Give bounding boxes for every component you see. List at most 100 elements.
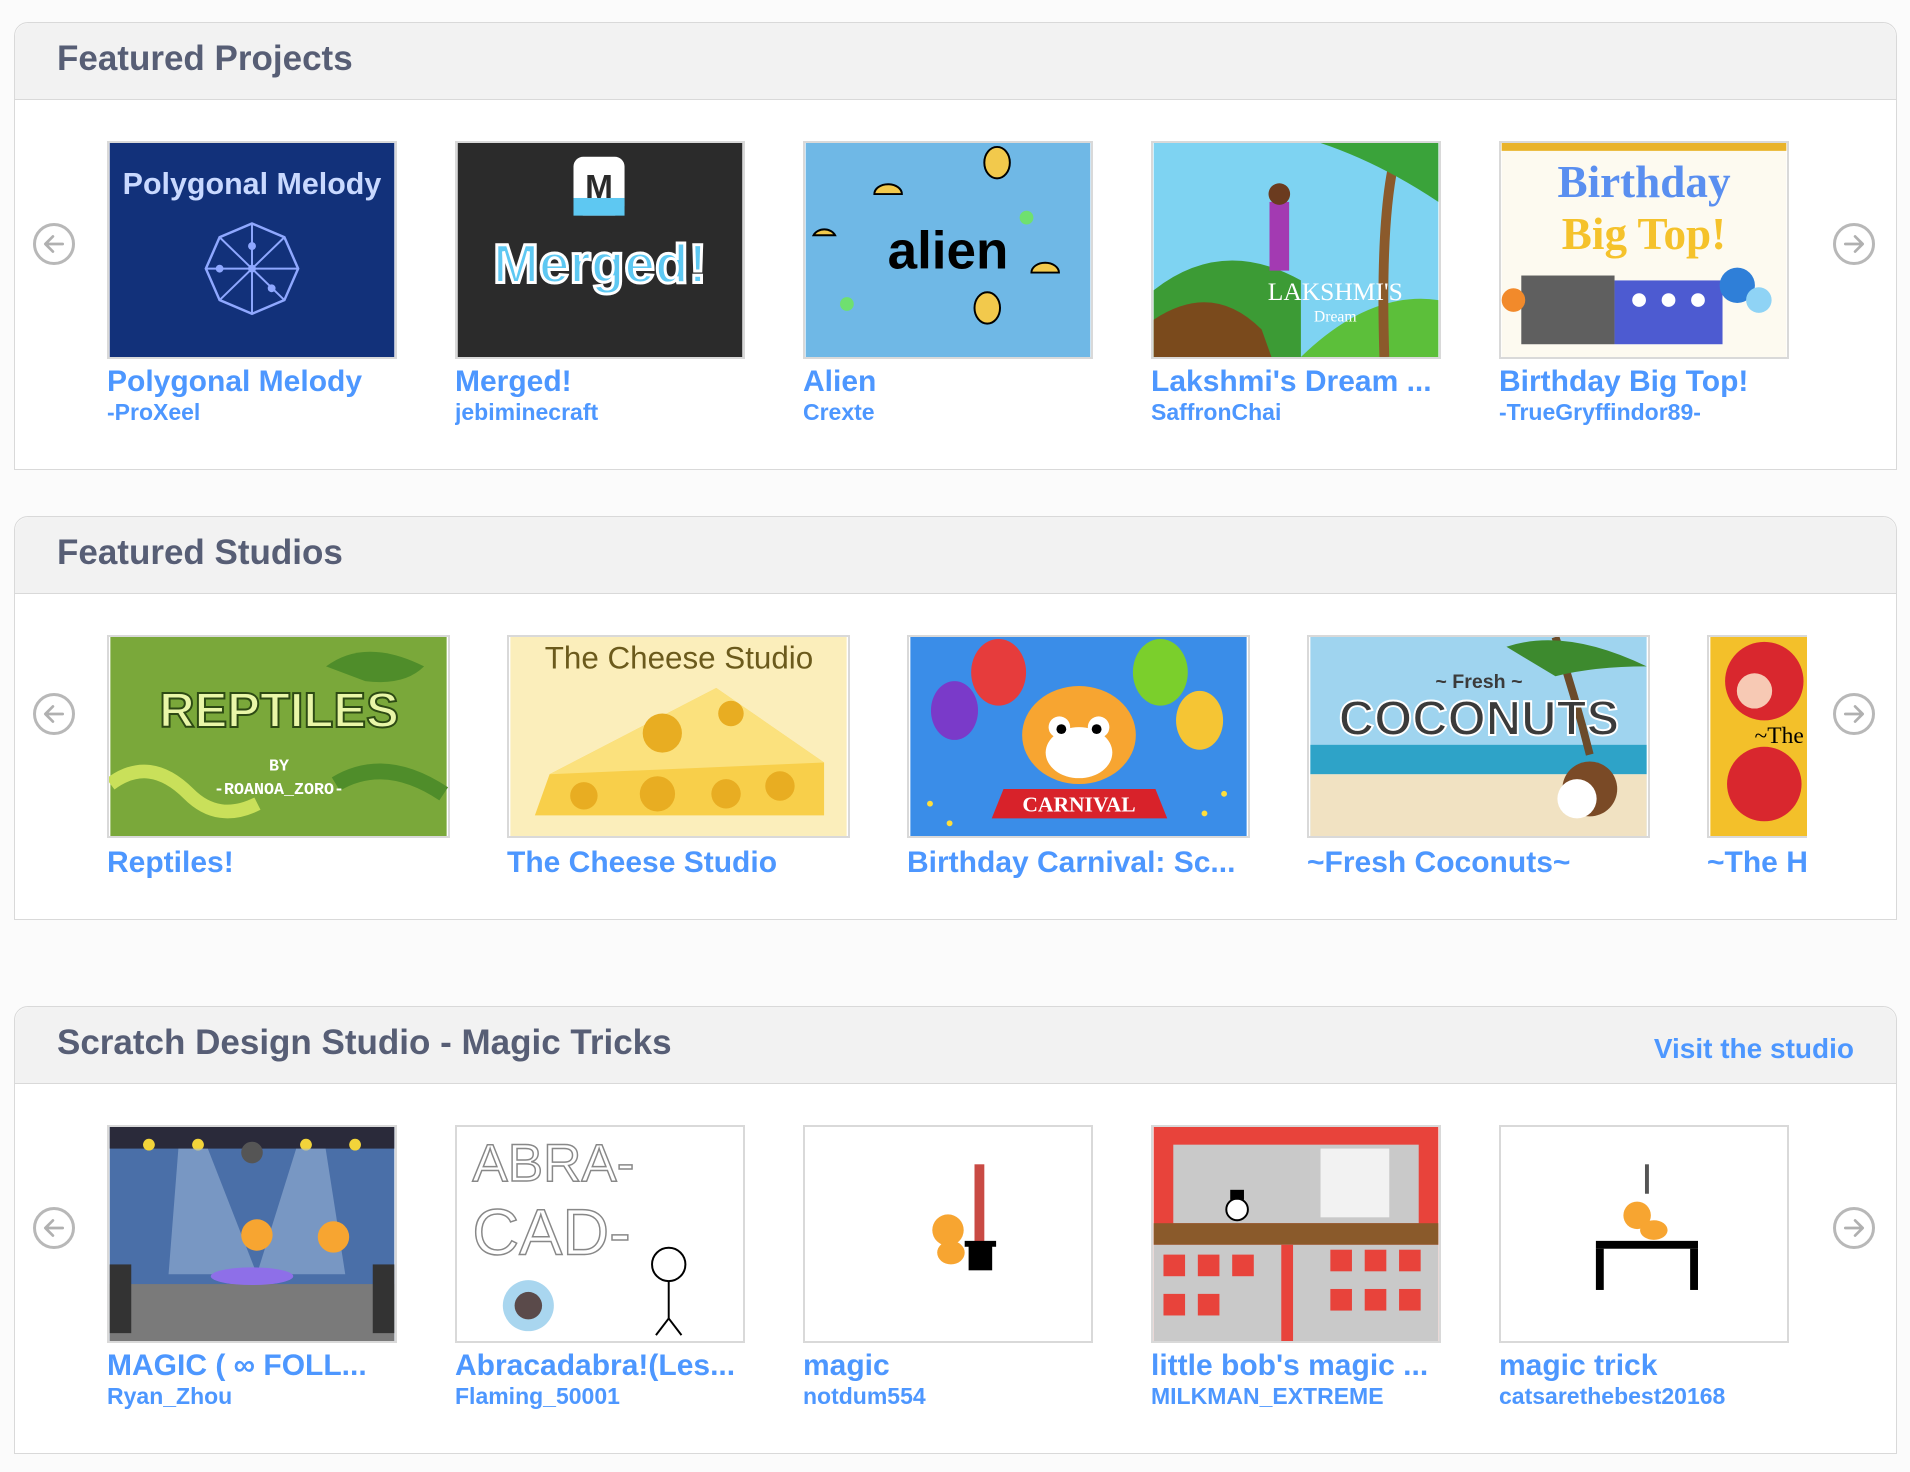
project-title[interactable]: Polygonal Melody xyxy=(107,365,397,399)
studio-thumbnail[interactable]: CARNIVAL xyxy=(907,635,1250,838)
studio-card[interactable]: The Cheese Studio The Cheese Studio xyxy=(507,635,850,880)
carousel-prev-button[interactable] xyxy=(33,1207,75,1249)
project-title[interactable]: Lakshmi's Dream ... xyxy=(1151,365,1441,399)
project-author[interactable]: -TrueGryffindor89- xyxy=(1499,399,1789,426)
thumbnail-image xyxy=(1501,1127,1787,1341)
thumbnail-image: M Merged! xyxy=(457,143,743,357)
magic-studio-header: Scratch Design Studio - Magic Tricks Vis… xyxy=(15,1007,1896,1084)
project-card[interactable]: magic notdum554 xyxy=(803,1125,1093,1410)
thumbnail-image xyxy=(805,1127,1091,1341)
project-thumbnail[interactable] xyxy=(1499,1125,1789,1343)
project-author[interactable]: SaffronChai xyxy=(1151,399,1441,426)
project-author[interactable]: Ryan_Zhou xyxy=(107,1383,397,1410)
magic-studio-box: Scratch Design Studio - Magic Tricks Vis… xyxy=(14,1006,1897,1454)
project-title[interactable]: Merged! xyxy=(455,365,745,399)
project-author[interactable]: catsarethebest20168 xyxy=(1499,1383,1789,1410)
project-card[interactable]: M Merged! Merged! jebiminecraft xyxy=(455,141,745,426)
thumbnail-image: Polygonal Melody xyxy=(109,143,395,357)
project-author[interactable]: MILKMAN_EXTREME xyxy=(1151,1383,1441,1410)
carousel-next-button[interactable] xyxy=(1833,693,1875,735)
project-thumbnail[interactable]: Birthday Big Top! xyxy=(1499,141,1789,359)
studio-title[interactable]: ~Fresh Coconuts~ xyxy=(1307,846,1650,880)
thumbnail-subtext: Dream xyxy=(1314,309,1357,326)
project-card[interactable]: Polygonal Melody Polygonal Melody -ProXe… xyxy=(107,141,397,426)
arrow-right-icon xyxy=(1843,1219,1865,1237)
project-thumbnail[interactable]: ABRA- CAD- xyxy=(455,1125,745,1343)
thumbnail-image: ~ Fresh ~ COCONUTS xyxy=(1310,637,1647,836)
arrow-right-icon xyxy=(1843,705,1865,723)
featured-projects-header: Featured Projects xyxy=(15,23,1896,100)
project-card[interactable]: alien Alien Crexte xyxy=(803,141,1093,426)
project-card[interactable]: MAGIC ( ∞ FOLL... Ryan_Zhou xyxy=(107,1125,397,1410)
studio-title[interactable]: ~The H xyxy=(1707,846,1807,880)
project-card[interactable]: ABRA- CAD- Abracadabra!(Les... Flaming_5… xyxy=(455,1125,745,1410)
featured-studios-box: Featured Studios REPTILES BY -ROANOA_ZOR… xyxy=(14,516,1897,920)
featured-studios-header: Featured Studios xyxy=(15,517,1896,594)
thumbnail-logo: M xyxy=(585,169,613,206)
carousel-next-button[interactable] xyxy=(1833,1207,1875,1249)
carousel-prev-button[interactable] xyxy=(33,223,75,265)
arrow-left-icon xyxy=(43,1219,65,1237)
project-author[interactable]: Crexte xyxy=(803,399,1093,426)
thumbnail-text: REPTILES xyxy=(159,684,399,738)
project-thumbnail[interactable]: LAKSHMI'S Dream xyxy=(1151,141,1441,359)
project-thumbnail[interactable]: Polygonal Melody xyxy=(107,141,397,359)
thumbnail-text: LAKSHMI'S xyxy=(1268,277,1403,306)
project-card[interactable]: little bob's magic ... MILKMAN_EXTREME xyxy=(1151,1125,1441,1410)
thumbnail-image xyxy=(109,1127,395,1341)
project-title[interactable]: Birthday Big Top! xyxy=(1499,365,1789,399)
studio-card[interactable]: ~The ~The H xyxy=(1707,635,1807,880)
thumbnail-text: COCONUTS xyxy=(1339,692,1619,746)
studio-title[interactable]: The Cheese Studio xyxy=(507,846,850,880)
thumbnail-image: REPTILES BY -ROANOA_ZORO- xyxy=(109,637,448,836)
project-thumbnail[interactable] xyxy=(803,1125,1093,1343)
studio-thumbnail[interactable]: ~The xyxy=(1707,635,1807,838)
thumbnail-image: CARNIVAL xyxy=(910,637,1247,836)
project-author[interactable]: Flaming_50001 xyxy=(455,1383,745,1410)
thumbnail-subtext: ~ Fresh ~ xyxy=(1435,671,1522,693)
thumbnail-image xyxy=(1153,1127,1439,1341)
thumbnail-text: The Cheese Studio xyxy=(545,640,813,675)
project-thumbnail[interactable]: M Merged! xyxy=(455,141,745,359)
studio-card[interactable]: ~ Fresh ~ COCONUTS ~Fresh Coconuts~ xyxy=(1307,635,1650,880)
thumbnail-image: ABRA- CAD- xyxy=(457,1127,743,1341)
thumbnail-subtext: Big Top! xyxy=(1562,209,1726,259)
carousel-prev-button[interactable] xyxy=(33,693,75,735)
project-title[interactable]: MAGIC ( ∞ FOLL... xyxy=(107,1349,397,1383)
studio-thumbnail[interactable]: REPTILES BY -ROANOA_ZORO- xyxy=(107,635,450,838)
project-card[interactable]: Birthday Big Top! Birthday Big Top! -Tru… xyxy=(1499,141,1789,426)
magic-studio-title: Scratch Design Studio - Magic Tricks xyxy=(57,1023,672,1062)
thumbnail-text: Polygonal Melody xyxy=(123,167,382,201)
project-author[interactable]: notdum554 xyxy=(803,1383,1093,1410)
project-title[interactable]: magic xyxy=(803,1349,1093,1383)
arrow-left-icon xyxy=(43,705,65,723)
project-thumbnail[interactable]: alien xyxy=(803,141,1093,359)
carousel-next-button[interactable] xyxy=(1833,223,1875,265)
studio-card[interactable]: REPTILES BY -ROANOA_ZORO- Reptiles! xyxy=(107,635,450,880)
thumbnail-subtext: CAD- xyxy=(472,1196,630,1269)
project-title[interactable]: Alien xyxy=(803,365,1093,399)
project-author[interactable]: -ProXeel xyxy=(107,399,397,426)
thumbnail-text: ABRA- xyxy=(472,1134,634,1193)
studio-thumbnail[interactable]: The Cheese Studio xyxy=(507,635,850,838)
studio-title[interactable]: Birthday Carnival: Sc... xyxy=(907,846,1250,880)
arrow-left-icon xyxy=(43,235,65,253)
project-thumbnail[interactable] xyxy=(1151,1125,1441,1343)
studio-thumbnail[interactable]: ~ Fresh ~ COCONUTS xyxy=(1307,635,1650,838)
thumbnail-subtext: BY xyxy=(269,757,289,776)
featured-projects-title: Featured Projects xyxy=(57,39,353,78)
project-title[interactable]: Abracadabra!(Les... xyxy=(455,1349,745,1383)
project-title[interactable]: little bob's magic ... xyxy=(1151,1349,1441,1383)
studio-title[interactable]: Reptiles! xyxy=(107,846,450,880)
project-card[interactable]: magic trick catsarethebest20168 xyxy=(1499,1125,1789,1410)
project-title[interactable]: magic trick xyxy=(1499,1349,1789,1383)
featured-projects-box: Featured Projects Polygonal Melody Polyg… xyxy=(14,22,1897,470)
project-author[interactable]: jebiminecraft xyxy=(455,399,745,426)
visit-studio-link[interactable]: Visit the studio xyxy=(1654,1033,1854,1065)
thumbnail-text: CARNIVAL xyxy=(1022,792,1135,816)
thumbnail-image: Birthday Big Top! xyxy=(1501,143,1787,357)
thumbnail-image: LAKSHMI'S Dream xyxy=(1153,143,1439,357)
project-card[interactable]: LAKSHMI'S Dream Lakshmi's Dream ... Saff… xyxy=(1151,141,1441,426)
studio-card[interactable]: CARNIVAL Birthday Carnival: Sc... xyxy=(907,635,1250,880)
project-thumbnail[interactable] xyxy=(107,1125,397,1343)
